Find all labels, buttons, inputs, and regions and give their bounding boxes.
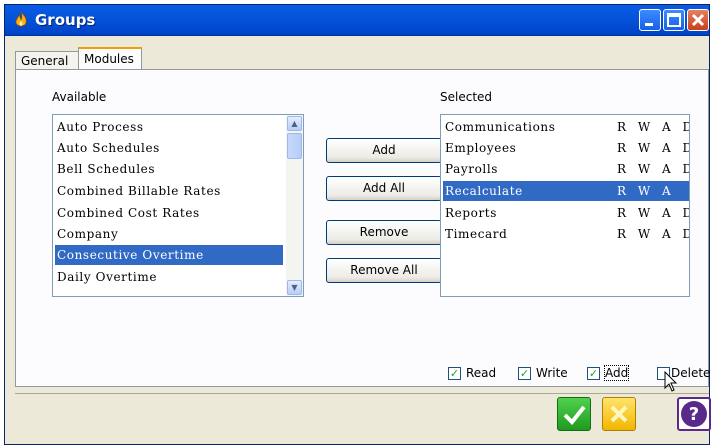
close-button[interactable] bbox=[687, 9, 709, 31]
app-flame-icon bbox=[15, 11, 27, 27]
available-item[interactable]: Auto Schedules bbox=[55, 138, 283, 158]
selected-item[interactable]: Reports R W A D bbox=[443, 203, 689, 223]
cancel-x-icon bbox=[610, 405, 628, 423]
remove-button[interactable]: Remove bbox=[326, 220, 442, 245]
available-item[interactable]: Company bbox=[55, 224, 283, 244]
scroll-down-icon[interactable]: ▼ bbox=[287, 280, 302, 295]
ok-button[interactable] bbox=[557, 397, 591, 431]
permission-flags: R W A D bbox=[617, 120, 690, 134]
modules-panel: Available Selected Auto Process Auto Sch… bbox=[15, 69, 709, 387]
module-name: Employees bbox=[445, 141, 517, 155]
tab-general[interactable]: General bbox=[15, 51, 79, 69]
module-name: Timecard bbox=[445, 227, 508, 241]
permission-flags: R W A D bbox=[617, 141, 690, 155]
available-list[interactable]: Auto Process Auto Schedules Bell Schedul… bbox=[52, 114, 304, 297]
checkmark-icon bbox=[563, 405, 586, 425]
available-item[interactable]: Daily Overtime bbox=[55, 267, 283, 287]
available-label: Available bbox=[52, 90, 107, 104]
available-item[interactable]: Combined Billable Rates bbox=[55, 181, 283, 201]
maximize-icon bbox=[667, 13, 681, 27]
available-scrollbar[interactable]: ▲ ▼ bbox=[286, 115, 303, 296]
groups-window: Groups General Modules Available Selecte… bbox=[4, 4, 711, 445]
footer-separator bbox=[15, 393, 709, 394]
help-button[interactable]: ? bbox=[677, 397, 711, 431]
read-label: Read bbox=[466, 366, 497, 380]
permission-flags: R W A D bbox=[617, 162, 690, 176]
add-button[interactable]: Add bbox=[326, 138, 442, 163]
tab-modules[interactable]: Modules bbox=[78, 47, 142, 70]
selected-item-selected[interactable]: Recalculate R W A bbox=[443, 181, 689, 201]
available-item-selected[interactable]: Consecutive Overtime bbox=[55, 245, 283, 265]
available-item[interactable]: Combined Cost Rates bbox=[55, 203, 283, 223]
check-icon: ✓ bbox=[587, 367, 600, 380]
scroll-thumb[interactable] bbox=[287, 133, 302, 159]
check-icon: ✓ bbox=[518, 367, 531, 380]
maximize-button[interactable] bbox=[663, 9, 685, 31]
selected-list[interactable]: Communications R W A D Employees R W A D P… bbox=[440, 114, 690, 297]
write-label: Write bbox=[536, 366, 568, 380]
permission-flags: R W A bbox=[617, 184, 675, 198]
selected-item[interactable]: Employees R W A D bbox=[443, 138, 689, 158]
module-name: Payrolls bbox=[445, 162, 499, 176]
selected-item[interactable]: Payrolls R W A D bbox=[443, 159, 689, 179]
add-all-button[interactable]: Add All bbox=[326, 176, 442, 201]
close-icon bbox=[691, 13, 705, 27]
cancel-button[interactable] bbox=[602, 397, 636, 431]
title-bar[interactable]: Groups bbox=[5, 5, 709, 36]
selected-item[interactable]: Communications R W A D bbox=[443, 117, 689, 137]
available-item[interactable]: Bell Schedules bbox=[55, 159, 283, 179]
add-label: Add bbox=[603, 365, 630, 381]
svg-text:?: ? bbox=[689, 404, 699, 425]
selected-label: Selected bbox=[440, 90, 493, 104]
remove-all-button[interactable]: Remove All bbox=[326, 258, 442, 283]
help-icon: ? bbox=[681, 401, 707, 427]
permission-flags: R W A D bbox=[617, 227, 690, 241]
scroll-up-icon[interactable]: ▲ bbox=[287, 116, 302, 131]
window-title: Groups bbox=[35, 11, 96, 29]
check-icon: ✓ bbox=[448, 367, 461, 380]
selected-item[interactable]: Timecard R W A D bbox=[443, 224, 689, 244]
mouse-cursor-icon bbox=[664, 371, 678, 392]
minimize-button[interactable] bbox=[639, 9, 661, 31]
permission-flags: R W A D bbox=[617, 206, 690, 220]
module-name: Recalculate bbox=[445, 184, 523, 198]
minimize-icon bbox=[645, 23, 653, 26]
module-name: Reports bbox=[445, 206, 497, 220]
module-name: Communications bbox=[445, 120, 556, 134]
available-item[interactable]: Auto Process bbox=[55, 117, 283, 137]
